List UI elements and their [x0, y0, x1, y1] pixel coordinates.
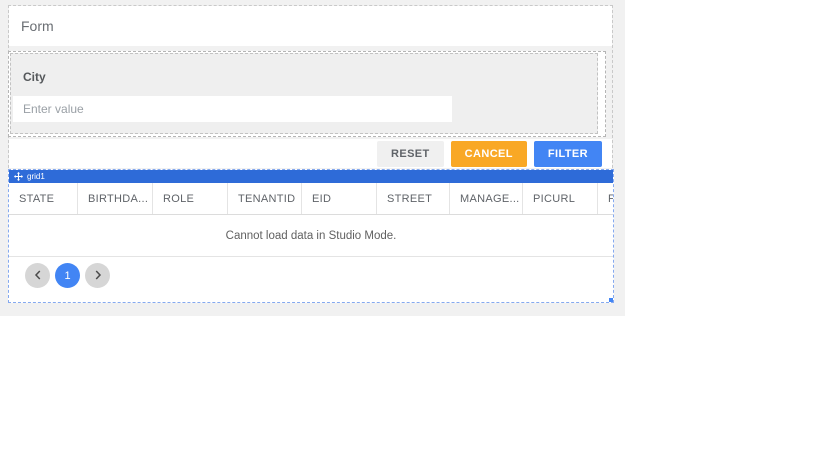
move-icon — [14, 172, 23, 181]
previous-page-button[interactable] — [25, 263, 50, 288]
city-field-label: City — [23, 70, 46, 84]
chevron-left-icon — [34, 267, 42, 285]
grid-pagination: 1 — [9, 257, 613, 288]
grid-header-row: STATE BIRTHDA... ROLE TENANTID EID STREE… — [9, 183, 613, 215]
column-header[interactable]: F — [598, 183, 613, 214]
form-footer: RESET CANCEL FILTER — [9, 139, 612, 168]
page-number-button[interactable]: 1 — [55, 263, 80, 288]
cancel-button[interactable]: CANCEL — [450, 140, 527, 167]
column-header[interactable]: TENANTID — [228, 183, 302, 214]
grid-tag-label: grid1 — [27, 172, 45, 181]
studio-canvas: Form City RESET CANCEL FILTER grid1 STAT… — [0, 0, 625, 316]
column-header[interactable]: STREET — [377, 183, 450, 214]
filter-button[interactable]: FILTER — [533, 140, 602, 167]
column-header[interactable]: BIRTHDA... — [78, 183, 153, 214]
chevron-right-icon — [94, 267, 102, 285]
city-field-widget[interactable]: City — [10, 53, 598, 134]
grid-widget[interactable]: grid1 STATE BIRTHDA... ROLE TENANTID EID… — [8, 169, 614, 303]
column-header[interactable]: STATE — [9, 183, 78, 214]
grid-resize-handle[interactable] — [609, 298, 613, 302]
grid-empty-message: Cannot load data in Studio Mode. — [9, 215, 613, 257]
column-header[interactable]: EID — [302, 183, 377, 214]
grid-tag-bar[interactable]: grid1 — [9, 170, 613, 183]
reset-button[interactable]: RESET — [376, 140, 444, 167]
next-page-button[interactable] — [85, 263, 110, 288]
column-header[interactable]: MANAGE... — [450, 183, 523, 214]
column-header[interactable]: PICURL — [523, 183, 598, 214]
form-title-bar[interactable]: Form — [9, 6, 612, 46]
city-input[interactable] — [13, 96, 452, 122]
column-header[interactable]: ROLE — [153, 183, 228, 214]
form-title: Form — [21, 18, 54, 34]
